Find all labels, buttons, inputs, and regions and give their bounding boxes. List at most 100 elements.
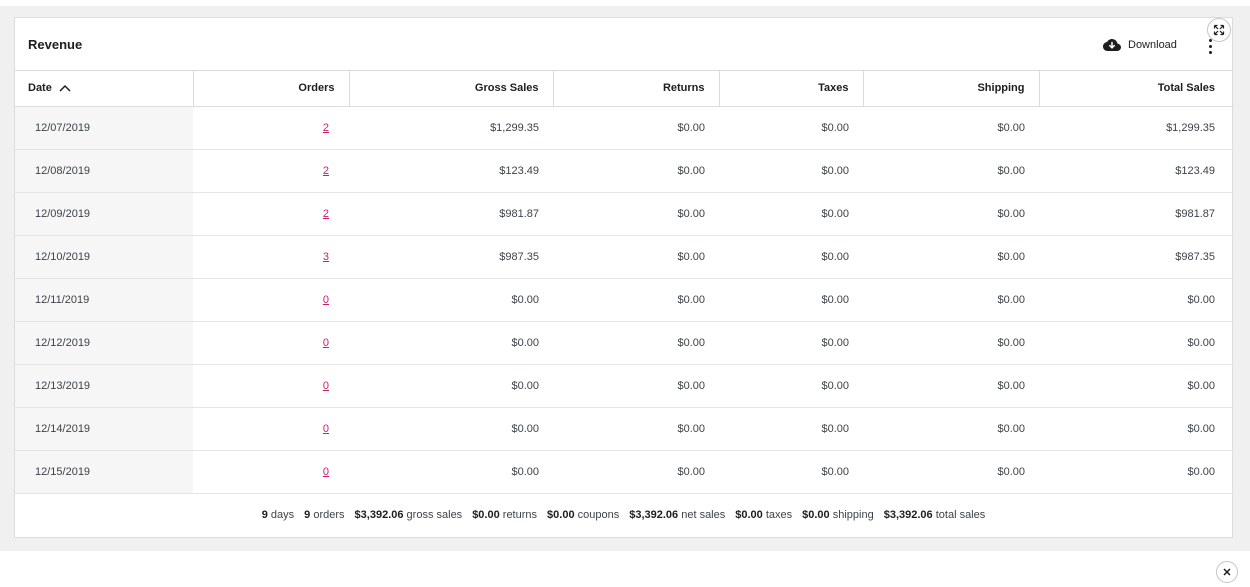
table-row: 12/10/2019 3 $987.35 $0.00 $0.00 $0.00 $987.35 xyxy=(15,235,1234,279)
cell-taxes: $0.00 xyxy=(719,321,863,365)
column-header-date[interactable]: Date xyxy=(15,71,194,107)
orders-link[interactable]: 0 xyxy=(323,466,329,478)
summary-value: 9 xyxy=(261,508,268,521)
cell-shipping: $0.00 xyxy=(863,321,1039,365)
summary-value: $3,392.06 xyxy=(629,508,679,521)
orders-link[interactable]: 3 xyxy=(323,251,329,263)
table-row: 12/14/2019 0 $0.00 $0.00 $0.00 $0.00 $0.00 xyxy=(15,407,1234,451)
table-row: 12/12/2019 0 $0.00 $0.00 $0.00 $0.00 $0.00 xyxy=(15,321,1234,365)
summary-item: 9 orders xyxy=(304,509,344,521)
cell-taxes: $0.00 xyxy=(719,364,863,408)
card-title: Revenue xyxy=(28,36,83,52)
summary-label: days xyxy=(270,508,295,521)
cell-date: 12/09/2019 xyxy=(15,192,193,236)
cell-orders: 3 xyxy=(193,235,349,279)
cell-date: 12/11/2019 xyxy=(15,278,193,322)
cell-orders: 0 xyxy=(193,364,349,408)
table-body: 12/07/2019 2 $1,299.35 $0.00 $0.00 $0.00 $1,29… xyxy=(15,106,1234,494)
cell-taxes: $0.00 xyxy=(719,192,863,236)
summary-item: 9 days xyxy=(262,509,294,521)
column-header-returns[interactable]: Returns xyxy=(553,71,720,107)
cell-gross-sales: $987.35 xyxy=(349,235,553,279)
orders-link[interactable]: 0 xyxy=(323,380,329,392)
cell-taxes: $0.00 xyxy=(719,106,863,150)
chevron-up-icon xyxy=(59,85,71,92)
cell-orders: 0 xyxy=(193,321,349,365)
summary-value: $0.00 xyxy=(802,508,830,521)
column-header-orders[interactable]: Orders xyxy=(193,71,350,107)
summary-value: $0.00 xyxy=(472,508,500,521)
cell-date: 12/13/2019 xyxy=(15,364,193,408)
expand-button[interactable] xyxy=(1207,18,1231,42)
cell-shipping: $0.00 xyxy=(863,278,1039,322)
cell-date: 12/08/2019 xyxy=(15,149,193,193)
column-header-gross-sales[interactable]: Gross Sales xyxy=(349,71,554,107)
backdrop-top xyxy=(0,0,1250,6)
cell-total-sales: $0.00 xyxy=(1039,450,1234,494)
cell-shipping: $0.00 xyxy=(863,235,1039,279)
summary-value: $3,392.06 xyxy=(883,508,933,521)
table-row: 12/13/2019 0 $0.00 $0.00 $0.00 $0.00 $0.00 xyxy=(15,364,1234,408)
cell-gross-sales: $123.49 xyxy=(349,149,553,193)
backdrop-bottom xyxy=(0,551,1250,587)
summary-value: $3,392.06 xyxy=(354,508,404,521)
cell-returns: $0.00 xyxy=(553,450,719,494)
cell-shipping: $0.00 xyxy=(863,407,1039,451)
cell-date: 12/15/2019 xyxy=(15,450,193,494)
cell-date: 12/10/2019 xyxy=(15,235,193,279)
revenue-card: Revenue Download Date Orders Gross Sales… xyxy=(14,17,1234,538)
cell-returns: $0.00 xyxy=(553,149,719,193)
summary-label: coupons xyxy=(577,508,620,521)
cell-total-sales: $0.00 xyxy=(1039,407,1234,451)
cell-returns: $0.00 xyxy=(553,321,719,365)
download-button[interactable]: Download xyxy=(1103,36,1177,54)
download-label: Download xyxy=(1128,39,1177,51)
cell-total-sales: $981.87 xyxy=(1039,192,1234,236)
orders-link[interactable]: 0 xyxy=(323,337,329,349)
summary-item: $0.00 coupons xyxy=(547,509,619,521)
orders-link[interactable]: 2 xyxy=(323,165,329,177)
cell-shipping: $0.00 xyxy=(863,149,1039,193)
summary-item: $0.00 taxes xyxy=(735,509,792,521)
cell-orders: 2 xyxy=(193,106,349,150)
card-header: Revenue Download xyxy=(15,18,1232,71)
revenue-table: Date Orders Gross Sales Returns Taxes Sh… xyxy=(15,71,1234,494)
cell-shipping: $0.00 xyxy=(863,106,1039,150)
column-header-shipping[interactable]: Shipping xyxy=(863,71,1040,107)
summary-item: $0.00 shipping xyxy=(802,509,874,521)
orders-link[interactable]: 0 xyxy=(323,294,329,306)
summary-label: orders xyxy=(313,508,345,521)
cell-orders: 2 xyxy=(193,149,349,193)
cell-returns: $0.00 xyxy=(553,192,719,236)
close-button[interactable] xyxy=(1216,561,1238,583)
table-row: 12/08/2019 2 $123.49 $0.00 $0.00 $0.00 $123.49 xyxy=(15,149,1234,193)
cell-total-sales: $0.00 xyxy=(1039,321,1234,365)
column-header-taxes[interactable]: Taxes xyxy=(719,71,864,107)
cell-orders: 0 xyxy=(193,450,349,494)
cell-taxes: $0.00 xyxy=(719,450,863,494)
orders-link[interactable]: 0 xyxy=(323,423,329,435)
cell-taxes: $0.00 xyxy=(719,278,863,322)
cell-returns: $0.00 xyxy=(553,106,719,150)
cell-returns: $0.00 xyxy=(553,364,719,408)
table-row: 12/11/2019 0 $0.00 $0.00 $0.00 $0.00 $0.00 xyxy=(15,278,1234,322)
cell-gross-sales: $0.00 xyxy=(349,321,553,365)
summary-label: returns xyxy=(502,508,538,521)
cell-shipping: $0.00 xyxy=(863,364,1039,408)
cell-orders: 2 xyxy=(193,192,349,236)
cell-gross-sales: $0.00 xyxy=(349,407,553,451)
summary-item: $3,392.06 gross sales xyxy=(355,509,463,521)
orders-link[interactable]: 2 xyxy=(323,208,329,220)
table-row: 12/07/2019 2 $1,299.35 $0.00 $0.00 $0.00 $1,29… xyxy=(15,106,1234,150)
table-summary: 9 days 9 orders $3,392.06 gross sales $0.00… xyxy=(15,494,1232,536)
cell-returns: $0.00 xyxy=(553,235,719,279)
orders-link[interactable]: 2 xyxy=(323,122,329,134)
cloud-download-icon xyxy=(1103,39,1121,51)
cell-returns: $0.00 xyxy=(553,407,719,451)
cell-date: 12/12/2019 xyxy=(15,321,193,365)
table-row: 12/09/2019 2 $981.87 $0.00 $0.00 $0.00 $981.87 xyxy=(15,192,1234,236)
cell-total-sales: $0.00 xyxy=(1039,364,1234,408)
cell-total-sales: $0.00 xyxy=(1039,278,1234,322)
summary-value: $0.00 xyxy=(735,508,763,521)
column-header-total-sales[interactable]: Total Sales xyxy=(1039,71,1234,107)
